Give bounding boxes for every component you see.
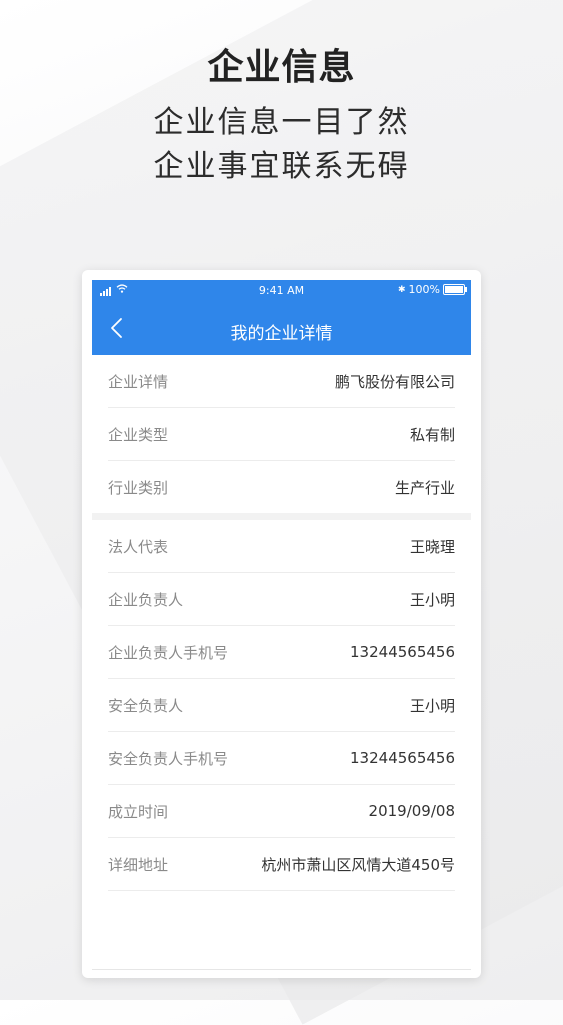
row-value[interactable]: 13244565456 (350, 643, 455, 661)
row-label: 企业负责人 (108, 590, 184, 609)
row-label: 法人代表 (108, 537, 169, 556)
promo-title: 企业信息 (207, 47, 356, 88)
row-value: 王晓理 (409, 537, 455, 556)
battery-icon (443, 284, 467, 295)
row-value: 王小明 (409, 696, 455, 715)
battery-percent: 100% (408, 283, 440, 296)
row-label: 安全负责人手机号 (108, 749, 229, 768)
row-value: 2019/09/08 (368, 802, 455, 820)
status-right: ✱ 100% (398, 283, 467, 296)
row-label: 企业详情 (108, 372, 169, 391)
row-value: 生产行业 (394, 478, 455, 497)
page-title: 我的企业详情 (230, 324, 333, 344)
row-label: 行业类别 (108, 478, 169, 497)
row-value: 王小明 (409, 590, 455, 609)
info-row-address: 详细地址 杭州市萧山区风情大道450号 (108, 838, 455, 891)
promo-subtitle-2: 企业事宜联系无碍 (153, 149, 410, 184)
info-row-manager-phone: 企业负责人手机号 13244565456 (108, 626, 455, 679)
info-row-legal-rep: 法人代表 王晓理 (108, 520, 455, 573)
status-bar: 9:41 AM ✱ 100% (92, 280, 471, 302)
phone-mockup: 9:41 AM ✱ 100% 我的企业详情 企业详情 鹏飞股份有限公司 企业类型 (82, 270, 481, 978)
company-basic-section: 企业详情 鹏飞股份有限公司 企业类型 私有制 行业类别 生产行业 (92, 355, 471, 513)
section-divider (92, 513, 471, 520)
info-row-company-type: 企业类型 私有制 (108, 408, 455, 461)
row-value: 私有制 (409, 425, 455, 444)
info-row-industry: 行业类别 生产行业 (108, 461, 455, 513)
app-screen: 9:41 AM ✱ 100% 我的企业详情 企业详情 鹏飞股份有限公司 企业类型 (92, 280, 471, 970)
row-label: 企业类型 (108, 425, 169, 444)
nav-bar: 我的企业详情 (92, 302, 471, 355)
info-row-safety-manager: 安全负责人 王小明 (108, 679, 455, 732)
row-value: 鹏飞股份有限公司 (334, 372, 455, 391)
info-row-safety-phone: 安全负责人手机号 13244565456 (108, 732, 455, 785)
row-label: 成立时间 (108, 802, 169, 821)
row-value[interactable]: 13244565456 (350, 749, 455, 767)
bluetooth-icon: ✱ (398, 284, 406, 295)
row-label: 企业负责人手机号 (108, 643, 229, 662)
row-value: 杭州市萧山区风情大道450号 (261, 855, 455, 874)
info-row-founded-date: 成立时间 2019/09/08 (108, 785, 455, 838)
info-row-company-manager: 企业负责人 王小明 (108, 573, 455, 626)
promo-subtitle-1: 企业信息一目了然 (153, 105, 410, 140)
row-label: 安全负责人 (108, 696, 184, 715)
bottom-divider (92, 969, 471, 970)
company-contact-section: 法人代表 王晓理 企业负责人 王小明 企业负责人手机号 13244565456 … (92, 520, 471, 891)
row-label: 详细地址 (108, 855, 169, 874)
info-row-company-name: 企业详情 鹏飞股份有限公司 (108, 355, 455, 408)
